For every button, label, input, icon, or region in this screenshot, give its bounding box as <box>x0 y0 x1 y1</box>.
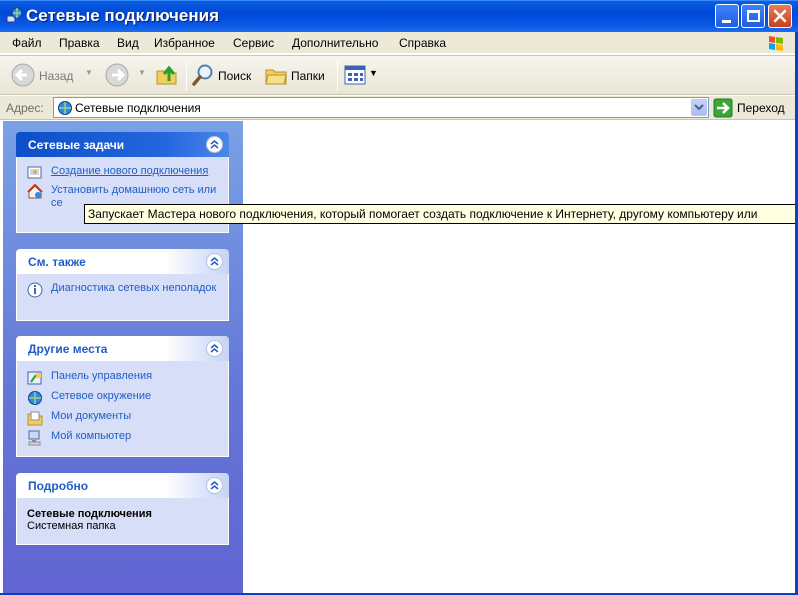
title-bar[interactable]: Сетевые подключения <box>0 0 798 32</box>
chevron-up-icon <box>210 257 219 266</box>
my-documents-icon <box>27 411 43 426</box>
home-network-icon <box>27 184 43 199</box>
see-also-panel: См. также Диагностика сетевых неполадок <box>16 249 229 321</box>
maximize-icon <box>747 10 760 22</box>
chevron-up-icon <box>210 344 219 353</box>
windows-logo-icon <box>764 33 790 53</box>
back-arrow-icon[interactable] <box>10 62 36 88</box>
menu-view[interactable]: Вид <box>117 36 139 50</box>
tooltip: Запускает Мастера нового подключения, ко… <box>84 204 798 224</box>
details-name: Сетевые подключения <box>27 508 152 520</box>
details-panel: Подробно Сетевые подключения Системная п… <box>16 473 229 545</box>
place-my-computer[interactable]: Мой компьютер <box>27 430 218 446</box>
toolbar-separator <box>337 61 338 91</box>
place-label: Мои документы <box>51 410 132 422</box>
address-input[interactable]: Сетевые подключения <box>53 97 709 118</box>
go-button[interactable]: Переход <box>737 101 785 115</box>
see-also-header[interactable]: См. также <box>16 249 229 274</box>
folders-button[interactable]: Папки <box>291 69 325 83</box>
close-icon <box>773 9 787 23</box>
address-label: Адрес: <box>6 101 44 115</box>
chevron-down-icon <box>694 104 704 111</box>
place-network[interactable]: Сетевое окружение <box>27 390 218 405</box>
task-pane: Сетевые задачи Создание нового подключен… <box>3 121 243 593</box>
other-places-header[interactable]: Другие места <box>16 336 229 361</box>
menu-file[interactable]: Файл <box>12 36 42 50</box>
go-arrow-icon[interactable] <box>713 98 733 118</box>
network-places-icon <box>28 391 42 405</box>
menu-edit[interactable]: Правка <box>59 36 100 50</box>
up-folder-icon[interactable] <box>155 63 179 87</box>
address-value: Сетевые подключения <box>75 101 201 115</box>
address-dropdown-button[interactable] <box>691 99 707 116</box>
window-title: Сетевые подключения <box>26 6 220 25</box>
forward-dropdown-icon[interactable]: ▼ <box>138 68 146 77</box>
details-body: Сетевые подключения Системная папка <box>16 498 229 545</box>
info-icon <box>27 282 43 298</box>
panel-title: Подробно <box>28 479 89 493</box>
menu-advanced[interactable]: Дополнительно <box>292 36 378 50</box>
details-type: Системная папка <box>27 520 116 532</box>
task-new-connection[interactable]: Создание нового подключения <box>27 165 218 179</box>
details-header[interactable]: Подробно <box>16 473 229 498</box>
panel-title: Сетевые задачи <box>28 138 125 152</box>
toolbar: Назад ▼ ▼ Поиск Папки ▼ <box>0 55 798 95</box>
search-icon[interactable] <box>192 63 216 87</box>
menu-favorites[interactable]: Избранное <box>154 36 215 50</box>
chevron-up-icon <box>210 481 219 490</box>
other-places-body: Панель управления Сетевое окружение Мои … <box>16 361 229 457</box>
close-button[interactable] <box>768 4 792 28</box>
my-computer-icon <box>28 430 41 446</box>
control-panel-icon <box>27 371 42 385</box>
back-button[interactable]: Назад <box>39 69 73 83</box>
collapse-button[interactable] <box>206 253 223 270</box>
menu-bar: Файл Правка Вид Избранное Сервис Дополни… <box>0 32 798 54</box>
file-list-area[interactable] <box>245 121 798 593</box>
network-connections-icon <box>58 101 72 115</box>
place-label: Сетевое окружение <box>51 390 152 402</box>
collapse-button[interactable] <box>206 477 223 494</box>
maximize-button[interactable] <box>741 4 765 28</box>
minimize-icon <box>722 20 731 23</box>
menu-help[interactable]: Справка <box>399 36 446 50</box>
toolbar-separator <box>186 61 187 91</box>
place-label: Панель управления <box>51 370 153 382</box>
folders-icon[interactable] <box>264 64 288 86</box>
task-label: Создание нового подключения <box>51 165 209 177</box>
address-bar: Адрес: Сетевые подключения Переход <box>0 96 798 120</box>
panel-title: Другие места <box>28 342 108 356</box>
network-connections-icon <box>6 7 23 23</box>
place-label: Мой компьютер <box>51 430 132 442</box>
other-places-panel: Другие места Панель управления Сетевое о… <box>16 336 229 457</box>
search-button[interactable]: Поиск <box>218 69 251 83</box>
place-my-documents[interactable]: Мои документы <box>27 410 218 426</box>
see-also-body: Диагностика сетевых неполадок <box>16 274 229 321</box>
forward-arrow-icon[interactable] <box>104 62 130 88</box>
task-label: Диагностика сетевых неполадок <box>51 282 217 294</box>
minimize-button[interactable] <box>715 4 739 28</box>
place-control-panel[interactable]: Панель управления <box>27 370 218 385</box>
chevron-up-icon <box>210 140 219 149</box>
views-dropdown-icon[interactable]: ▼ <box>369 68 378 78</box>
panel-title: См. также <box>28 255 86 269</box>
task-diagnostics[interactable]: Диагностика сетевых неполадок <box>27 282 218 298</box>
back-dropdown-icon[interactable]: ▼ <box>85 68 93 77</box>
new-connection-icon <box>27 166 42 179</box>
network-tasks-header[interactable]: Сетевые задачи <box>16 132 229 157</box>
views-icon[interactable] <box>344 65 366 85</box>
collapse-button[interactable] <box>206 340 223 357</box>
collapse-button[interactable] <box>206 136 223 153</box>
menu-tools[interactable]: Сервис <box>233 36 274 50</box>
